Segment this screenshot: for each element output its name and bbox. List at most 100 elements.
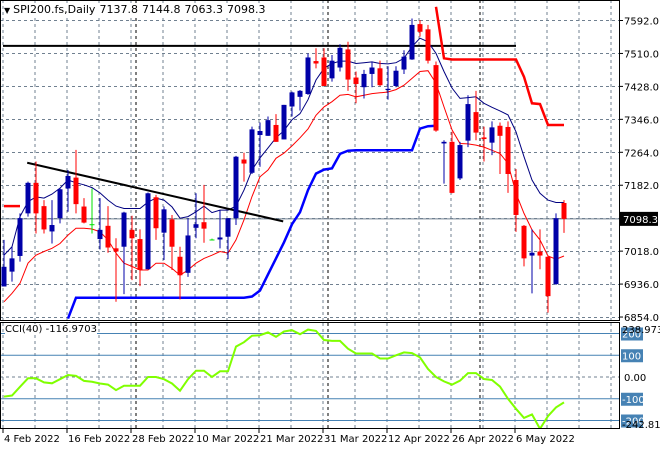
candle-body (193, 224, 199, 228)
candle (441, 140, 447, 184)
y-tick-label: 7346.0 (624, 115, 659, 126)
candle-body (57, 189, 63, 219)
candle-body (417, 24, 423, 32)
candle (17, 213, 23, 262)
y-tick-label: 7592.0 (624, 17, 659, 28)
candle-body (249, 129, 255, 173)
cci-plot (1, 323, 619, 428)
y-tick-label: 7510.0 (624, 49, 659, 60)
candle-body (361, 73, 367, 88)
candle (169, 214, 175, 271)
candle-body (233, 156, 239, 219)
candle-body (257, 130, 263, 136)
candle (121, 211, 127, 295)
candle-body (49, 225, 55, 232)
collapse-triangle-icon[interactable]: ▼ (4, 6, 10, 15)
candle (425, 24, 431, 64)
candle (449, 131, 455, 194)
candle-body (121, 212, 127, 247)
candle-body (113, 248, 119, 252)
x-tick-label: 31 Mar 2022 (324, 434, 387, 445)
candle (337, 44, 343, 72)
cci-level-label: -100 (622, 395, 645, 406)
candle-body (273, 124, 279, 142)
candle-body (177, 256, 183, 276)
x-tick-label: 10 Mar 2022 (196, 434, 259, 445)
y-tick-label: 7264.0 (624, 148, 659, 159)
candle-body (217, 237, 223, 240)
main-panel-border (0, 0, 620, 321)
candle (377, 60, 383, 86)
candle (281, 104, 287, 140)
candle-body (385, 88, 391, 91)
cci-min-label: -242.819 (622, 420, 660, 431)
candle (553, 213, 559, 285)
candle-body (561, 202, 567, 219)
candle-body (185, 235, 191, 273)
candle (385, 66, 391, 100)
candle (233, 155, 239, 226)
candle-body (161, 209, 167, 233)
candle-body (545, 256, 551, 297)
high-value: 7144.8 (141, 3, 181, 16)
candle-body (409, 24, 415, 60)
cci-panel-border (0, 322, 620, 429)
candle-body (441, 141, 447, 144)
candle-body (241, 159, 247, 164)
current-price-label: 7098.3 (623, 215, 658, 226)
close-value: 7098.3 (226, 3, 266, 16)
cci-indicator-label: CCI(40) -116.9703 (5, 324, 97, 335)
price-chart[interactable]: 7592.0 7510.0 7428.0 7346.0 7264.0 7182.0 7018… (0, 0, 660, 450)
candle (185, 218, 191, 277)
candle (137, 229, 143, 287)
candle (129, 215, 135, 281)
candle-body (137, 239, 143, 271)
candle (57, 188, 63, 224)
candle-body (1, 266, 7, 287)
candle-body (17, 218, 23, 256)
candle-body (9, 258, 15, 272)
x-tick-label: 4 Feb 2022 (4, 434, 60, 445)
y-tick-label: 6936.0 (624, 280, 659, 291)
candle (457, 141, 463, 181)
candle (481, 126, 487, 162)
candle-body (289, 92, 295, 107)
candle (433, 61, 439, 132)
candle-body (489, 127, 495, 143)
candle-body (105, 225, 111, 248)
candle-body (481, 137, 487, 140)
candle-body (305, 57, 311, 95)
candle-body (129, 229, 135, 239)
main-plot (1, 1, 619, 320)
candle-body (169, 219, 175, 247)
candle-body (81, 206, 87, 223)
candle-body (505, 126, 511, 174)
x-tick-label: 21 Mar 2022 (260, 434, 323, 445)
candle (65, 169, 71, 212)
candle (409, 18, 415, 60)
candle-body (449, 141, 455, 193)
candle-body (425, 29, 431, 61)
candle (217, 210, 223, 249)
candle (1, 239, 7, 287)
candle-body (225, 218, 231, 237)
candle-body (33, 182, 39, 214)
candle (241, 152, 247, 182)
candle (369, 61, 375, 88)
candle-body (89, 224, 95, 226)
candle (41, 200, 47, 234)
candle-body (97, 229, 103, 240)
symbol-label: SPI200.fs,Daily (13, 3, 96, 16)
candle (465, 95, 471, 148)
candle (497, 122, 503, 174)
candle-body (281, 104, 287, 140)
chart-header: ▼ SPI200.fs,Daily 7137.8 7144.8 7063.3 7098.3 (4, 3, 272, 16)
candle-body (433, 65, 439, 131)
x-tick-label: 6 May 2022 (516, 434, 575, 445)
candle-body (473, 112, 479, 133)
candle (33, 161, 39, 234)
y-tick-label: 7018.0 (624, 247, 659, 258)
candle-body (377, 68, 383, 86)
y-tick-label: 7428.0 (624, 82, 659, 93)
candle-body (145, 193, 151, 270)
